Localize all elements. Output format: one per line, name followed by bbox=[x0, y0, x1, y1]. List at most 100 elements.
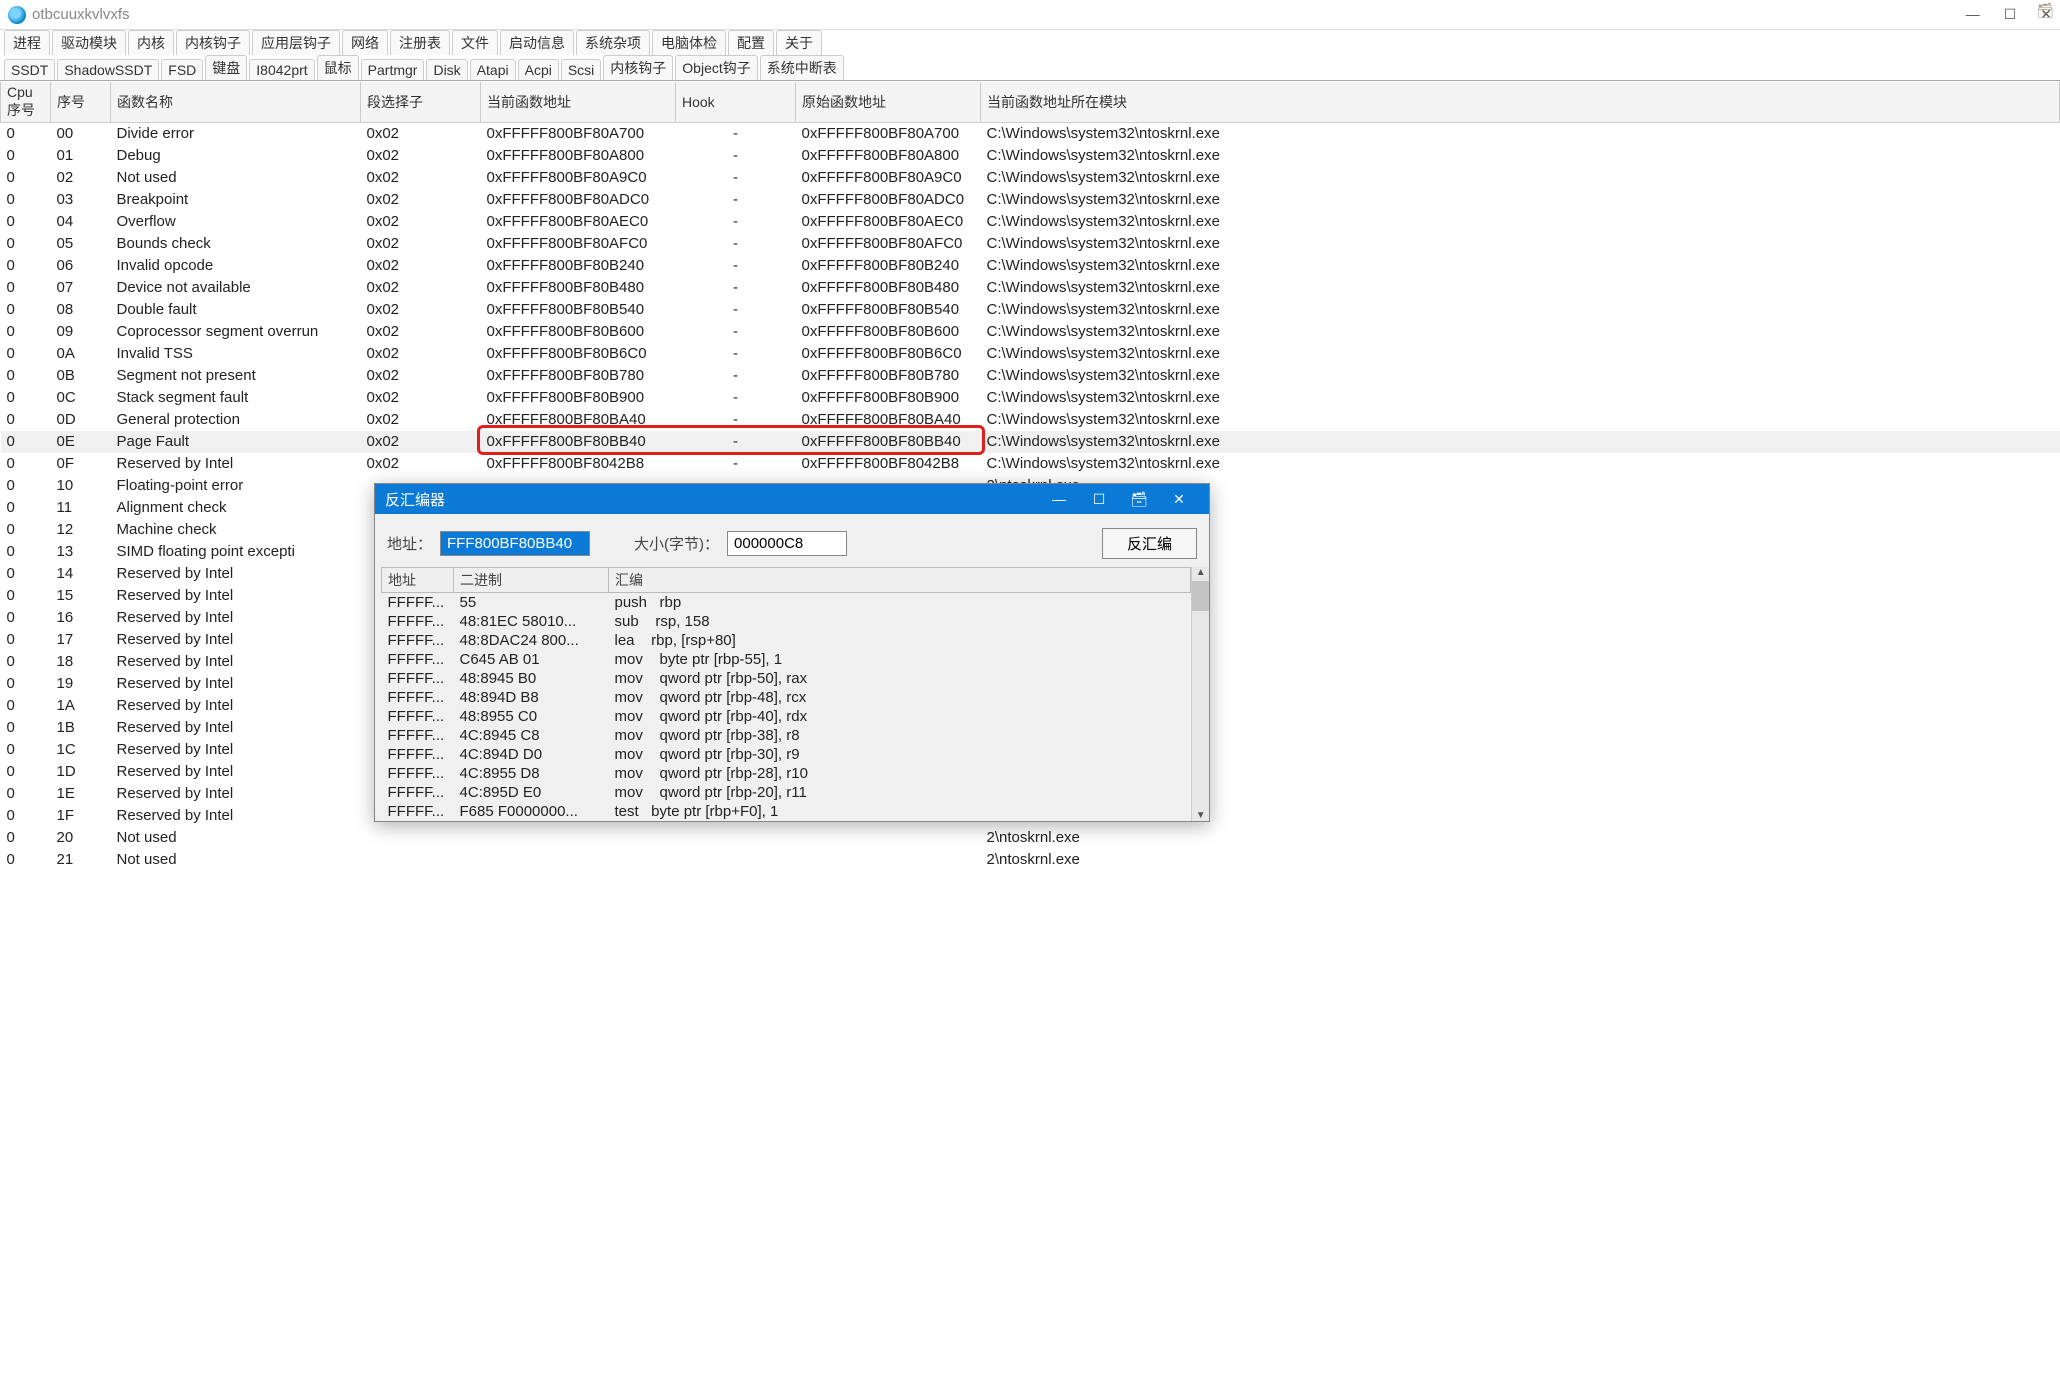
cell: 21 bbox=[51, 849, 111, 871]
disasm-row[interactable]: FFFFF...48:81EC 58010...sub rsp, 158 bbox=[382, 612, 1191, 631]
disasm-row[interactable]: FFFFF...F685 F0000000...test byte ptr [r… bbox=[382, 802, 1191, 821]
table-row[interactable]: 009Coprocessor segment overrun0x020xFFFF… bbox=[1, 321, 2060, 343]
menu-item-0[interactable]: 进程 bbox=[4, 30, 50, 55]
cell: Invalid TSS bbox=[111, 343, 361, 365]
disasm-row[interactable]: FFFFF...48:8DAC24 800...lea rbp, [rsp+80… bbox=[382, 631, 1191, 650]
table-row[interactable]: 004Overflow0x020xFFFFF800BF80AEC0-0xFFFF… bbox=[1, 211, 2060, 233]
tab-item-5[interactable]: 鼠标 bbox=[317, 55, 359, 80]
disasm-row[interactable]: FFFFF...48:894D B8mov qword ptr [rbp-48]… bbox=[382, 688, 1191, 707]
column-header[interactable]: Hook bbox=[676, 82, 796, 123]
table-row[interactable]: 00FReserved by Intel0x020xFFFFF800BF8042… bbox=[1, 453, 2060, 475]
cell: 0B bbox=[51, 365, 111, 387]
disasm-row[interactable]: FFFFF...55push rbp bbox=[382, 593, 1191, 613]
cell: SIMD floating point excepti bbox=[111, 541, 361, 563]
tab-item-4[interactable]: I8042prt bbox=[249, 59, 314, 80]
tab-item-2[interactable]: FSD bbox=[161, 59, 203, 80]
menu-item-6[interactable]: 注册表 bbox=[390, 30, 450, 55]
cell: 02 bbox=[51, 167, 111, 189]
column-header[interactable]: 当前函数地址所在模块 bbox=[981, 82, 2060, 123]
table-row[interactable]: 002Not used0x020xFFFFF800BF80A9C0-0xFFFF… bbox=[1, 167, 2060, 189]
tab-item-3[interactable]: 键盘 bbox=[205, 55, 247, 80]
disasm-row[interactable]: FFFFF...C645 AB 01mov byte ptr [rbp-55],… bbox=[382, 650, 1191, 669]
table-row[interactable]: 00AInvalid TSS0x020xFFFFF800BF80B6C0-0xF… bbox=[1, 343, 2060, 365]
menu-item-1[interactable]: 驱动模块 bbox=[52, 30, 126, 55]
address-input[interactable] bbox=[440, 531, 590, 556]
scroll-thumb[interactable] bbox=[1192, 581, 1209, 611]
disasm-row[interactable]: FFFFF...4C:8945 C8mov qword ptr [rbp-38]… bbox=[382, 726, 1191, 745]
table-row[interactable]: 021Not used2\ntoskrnl.exe bbox=[1, 849, 2060, 871]
table-row[interactable]: 008Double fault0x020xFFFFF800BF80B540-0x… bbox=[1, 299, 2060, 321]
cell: 0xFFFFF800BF80B240 bbox=[481, 255, 676, 277]
disasm-cell: F685 F0000000... bbox=[454, 802, 609, 821]
tab-item-11[interactable]: 内核钩子 bbox=[603, 55, 673, 80]
tab-item-8[interactable]: Atapi bbox=[470, 59, 516, 80]
table-row[interactable]: 006Invalid opcode0x020xFFFFF800BF80B240-… bbox=[1, 255, 2060, 277]
menu-item-7[interactable]: 文件 bbox=[452, 30, 498, 55]
disasm-row[interactable]: FFFFF...48:8955 C0mov qword ptr [rbp-40]… bbox=[382, 707, 1191, 726]
window-minimize-button[interactable]: — bbox=[1966, 6, 1980, 23]
dialog-close-button[interactable]: ✕ bbox=[1159, 491, 1199, 508]
menu-item-4[interactable]: 应用层钩子 bbox=[252, 30, 340, 55]
cell: 0xFFFFF800BF80BB40 bbox=[796, 431, 981, 453]
menubar: 进程驱动模块内核内核钩子应用层钩子网络注册表文件启动信息系统杂项电脑体检配置关于 bbox=[0, 30, 2060, 56]
scroll-up-arrow-icon[interactable]: ▲ bbox=[1192, 567, 1209, 578]
column-header[interactable]: 段选择子 bbox=[361, 82, 481, 123]
cell: 0 bbox=[1, 849, 51, 871]
tab-item-6[interactable]: Partmgr bbox=[361, 59, 425, 80]
disasm-column-header[interactable]: 二进制 bbox=[454, 568, 609, 593]
disasm-cell: FFFFF... bbox=[382, 764, 454, 783]
table-row[interactable]: 00CStack segment fault0x020xFFFFF800BF80… bbox=[1, 387, 2060, 409]
disasm-cell: 48:8955 C0 bbox=[454, 707, 609, 726]
disasm-row[interactable]: FFFFF...4C:8955 D8mov qword ptr [rbp-28]… bbox=[382, 764, 1191, 783]
disasm-column-header[interactable]: 地址 bbox=[382, 568, 454, 593]
tab-item-0[interactable]: SSDT bbox=[4, 59, 55, 80]
column-header[interactable]: 原始函数地址 bbox=[796, 82, 981, 123]
cell: 0xFFFFF800BF80B900 bbox=[796, 387, 981, 409]
dialog-minimize-button[interactable]: — bbox=[1039, 491, 1079, 507]
dialog-maximize-button[interactable]: ☐ bbox=[1079, 491, 1119, 508]
table-row[interactable]: 00BSegment not present0x020xFFFFF800BF80… bbox=[1, 365, 2060, 387]
tab-item-1[interactable]: ShadowSSDT bbox=[57, 59, 159, 80]
column-header[interactable]: Cpu序号 bbox=[1, 82, 51, 123]
menu-item-3[interactable]: 内核钩子 bbox=[176, 30, 250, 55]
tab-item-10[interactable]: Scsi bbox=[561, 59, 601, 80]
tab-item-12[interactable]: Object钩子 bbox=[675, 55, 757, 80]
column-header[interactable]: 当前函数地址 bbox=[481, 82, 676, 123]
disasm-row[interactable]: FFFFF...4C:894D D0mov qword ptr [rbp-30]… bbox=[382, 745, 1191, 764]
column-header[interactable]: 函数名称 bbox=[111, 82, 361, 123]
cell: 0 bbox=[1, 475, 51, 497]
table-row[interactable]: 001Debug0x020xFFFFF800BF80A800-0xFFFFF80… bbox=[1, 145, 2060, 167]
window-maximize-button[interactable]: ☐ bbox=[2004, 6, 2017, 23]
tab-item-9[interactable]: Acpi bbox=[518, 59, 559, 80]
table-row[interactable]: 000Divide error0x020xFFFFF800BF80A700-0x… bbox=[1, 123, 2060, 145]
menu-item-5[interactable]: 网络 bbox=[342, 30, 388, 55]
tab-item-13[interactable]: 系统中断表 bbox=[760, 55, 844, 80]
table-row[interactable]: 00DGeneral protection0x020xFFFFF800BF80B… bbox=[1, 409, 2060, 431]
scroll-down-arrow-icon[interactable]: ▼ bbox=[1192, 810, 1209, 821]
cell: Reserved by Intel bbox=[111, 717, 361, 739]
table-row[interactable]: 020Not used2\ntoskrnl.exe bbox=[1, 827, 2060, 849]
disasm-row[interactable]: FFFFF...48:8945 B0mov qword ptr [rbp-50]… bbox=[382, 669, 1191, 688]
column-header[interactable]: 序号 bbox=[51, 82, 111, 123]
table-row[interactable]: 005Bounds check0x020xFFFFF800BF80AFC0-0x… bbox=[1, 233, 2060, 255]
menu-item-12[interactable]: 关于 bbox=[776, 30, 822, 55]
menu-item-11[interactable]: 配置 bbox=[728, 30, 774, 55]
tab-item-7[interactable]: Disk bbox=[426, 59, 467, 80]
table-row[interactable]: 003Breakpoint0x020xFFFFF800BF80ADC0-0xFF… bbox=[1, 189, 2060, 211]
disasm-row[interactable]: FFFFF...4C:895D E0mov qword ptr [rbp-20]… bbox=[382, 783, 1191, 802]
cell: 0xFFFFF800BF80BA40 bbox=[796, 409, 981, 431]
menu-item-2[interactable]: 内核 bbox=[128, 30, 174, 55]
disassembly-scrollbar[interactable]: ▲ ▼ bbox=[1191, 567, 1209, 821]
menu-item-9[interactable]: 系统杂项 bbox=[576, 30, 650, 55]
disassemble-button[interactable]: 反汇编 bbox=[1102, 528, 1197, 559]
cell: 0x02 bbox=[361, 255, 481, 277]
menu-item-8[interactable]: 启动信息 bbox=[500, 30, 574, 55]
disasm-column-header[interactable]: 汇编 bbox=[609, 568, 1191, 593]
size-input[interactable] bbox=[727, 531, 847, 556]
table-row[interactable]: 00EPage Fault0x020xFFFFF800BF80BB40-0xFF… bbox=[1, 431, 2060, 453]
cell: 0F bbox=[51, 453, 111, 475]
table-row[interactable]: 007Device not available0x020xFFFFF800BF8… bbox=[1, 277, 2060, 299]
cell: Divide error bbox=[111, 123, 361, 145]
disasm-cell: push rbp bbox=[609, 593, 1191, 613]
menu-item-10[interactable]: 电脑体检 bbox=[652, 30, 726, 55]
